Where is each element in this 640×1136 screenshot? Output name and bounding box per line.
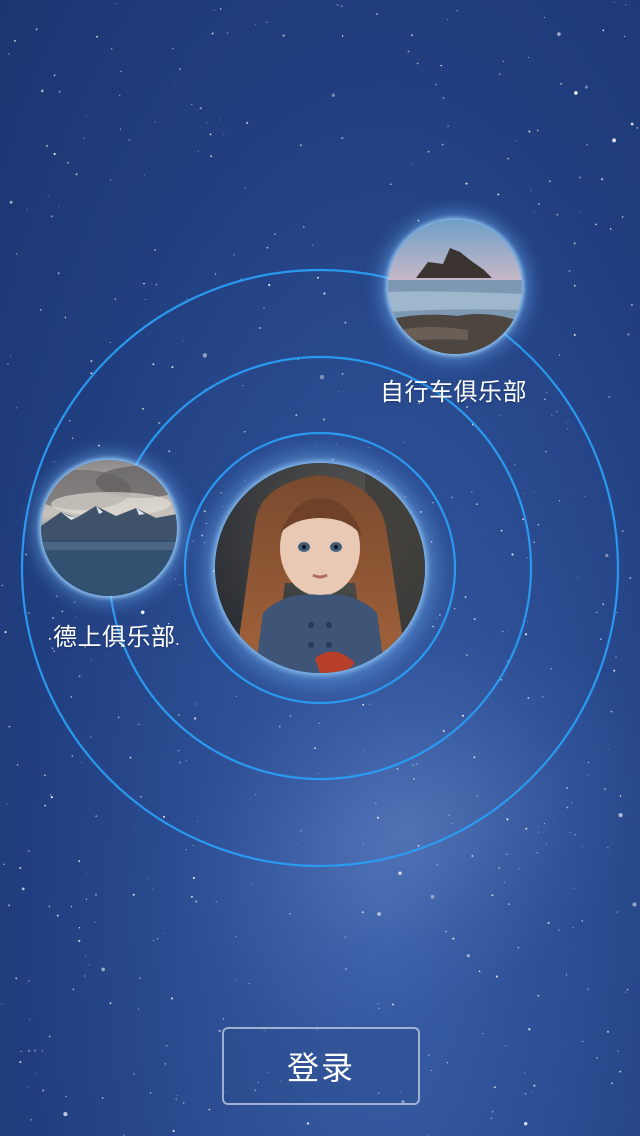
club-label-deshang[interactable]: 德上俱乐部: [53, 617, 176, 652]
login-button[interactable]: 登录: [222, 1027, 420, 1105]
club-bubble-cycling[interactable]: [388, 220, 522, 354]
club-label-cycling[interactable]: 自行车俱乐部: [380, 372, 527, 407]
seascape-rocks-icon: [388, 220, 522, 354]
mountain-cloud-landscape-icon: [41, 460, 177, 596]
club-bubble-deshang[interactable]: [41, 460, 177, 596]
center-avatar[interactable]: [215, 463, 425, 673]
girl-portrait-avatar: [215, 463, 425, 673]
